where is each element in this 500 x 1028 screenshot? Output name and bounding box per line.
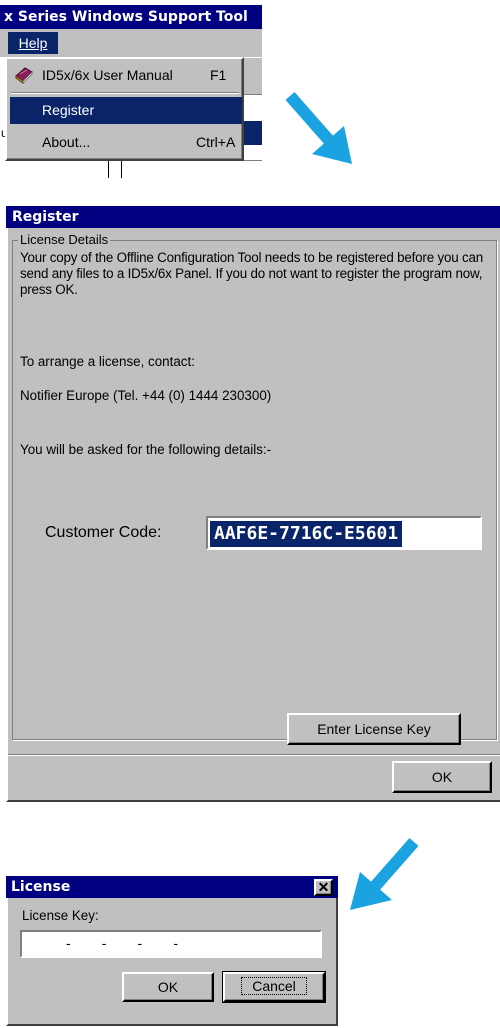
enter-license-key-label: Enter License Key [317, 721, 431, 737]
license-ok-button[interactable]: OK [122, 972, 214, 1002]
menu-separator [11, 92, 239, 94]
arrow-down-right-icon [286, 92, 352, 164]
menu-item-user-manual-shortcut: F1 [210, 67, 227, 83]
menu-item-about-label: About... [42, 134, 91, 150]
menu-help-label: Help [18, 35, 48, 51]
register-ok-button[interactable]: OK [392, 761, 492, 793]
arrow-down-left-icon [350, 838, 418, 910]
menu-item-register[interactable]: Register [10, 97, 242, 124]
license-title: License [11, 879, 71, 895]
app-title-bar: x Series Windows Support Tool [0, 5, 262, 29]
close-button[interactable]: ✕ [314, 879, 333, 896]
enter-license-key-button[interactable]: Enter License Key [287, 713, 461, 745]
menu-item-about-shortcut: Ctrl+A [196, 134, 236, 150]
register-footer-separator [8, 754, 500, 756]
license-key-label: License Key: [22, 908, 99, 923]
menu-item-user-manual[interactable]: ID5x/6x User Manual F1 [10, 62, 240, 88]
background-gridlines [100, 160, 262, 179]
menu-item-user-manual-label: ID5x/6x User Manual [42, 67, 173, 83]
license-cancel-button[interactable]: Cancel [222, 971, 326, 1003]
license-title-bar: License [6, 876, 338, 898]
background-grid-cell [108, 160, 122, 178]
register-intro-text: Your copy of the Offline Configuration T… [20, 250, 483, 297]
book-icon [14, 66, 34, 84]
license-details-legend: License Details [18, 232, 111, 248]
menu-item-register-label: Register [42, 102, 95, 118]
customer-code-value: AAF6E-7716C-E5601 [210, 521, 403, 547]
close-icon: ✕ [317, 879, 330, 895]
arrange-license-text: To arrange a license, contact: [20, 354, 195, 369]
register-title-bar: Register [6, 206, 500, 228]
license-cancel-label: Cancel [241, 977, 307, 995]
register-ok-label: OK [431, 769, 453, 785]
customer-code-label: Customer Code: [45, 524, 162, 541]
license-details-group [12, 240, 497, 740]
contact-text: Notifier Europe (Tel. +44 (0) 1444 23030… [20, 388, 272, 403]
license-key-input[interactable]: - - - - [20, 930, 322, 958]
license-key-placeholder: - - - - [66, 935, 178, 951]
app-title: x Series Windows Support Tool [4, 9, 248, 25]
register-title: Register [12, 209, 79, 225]
customer-code-field[interactable]: AAF6E-7716C-E5601 [206, 516, 482, 550]
menu-help[interactable]: Help [8, 32, 58, 54]
license-ok-label: OK [157, 979, 179, 995]
menu-item-about[interactable]: About... Ctrl+A [10, 129, 240, 155]
details-text: You will be asked for the following deta… [20, 442, 272, 457]
